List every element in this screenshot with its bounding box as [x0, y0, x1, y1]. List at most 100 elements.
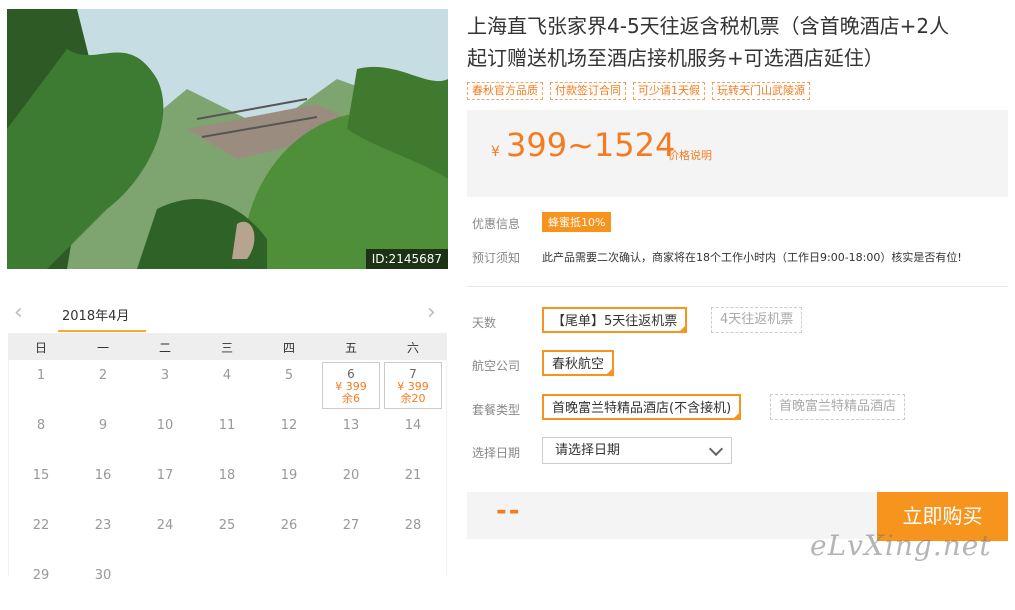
weekday-label: 六	[406, 341, 419, 355]
calendar-day: 24	[134, 510, 196, 560]
day-number: 10	[156, 418, 174, 433]
prev-month-icon[interactable]: ‹	[14, 300, 23, 325]
product-tag: 玩转天门山武陵源	[712, 82, 810, 100]
product-title-line: 上海直飞张家界4-5天往返含税机票（含首晚酒店+2人	[467, 14, 950, 38]
product-tag: 春秋官方品质	[467, 82, 543, 100]
calendar-day: 11	[196, 410, 258, 460]
notice-label: 预订须知	[472, 251, 521, 265]
calendar-day: 20	[320, 460, 382, 510]
product-title-line: 起订赠送机场至酒店接机服务+可选酒店延住）	[467, 46, 884, 70]
airline-label: 航空公司	[472, 359, 521, 373]
calendar-weekday-header: 日 一 二 三 四 五 六	[8, 333, 447, 360]
day-number: 26	[280, 518, 298, 533]
weekday-label: 四	[282, 341, 295, 355]
package-label: 套餐类型	[472, 403, 521, 417]
calendar-day: 25	[196, 510, 258, 560]
promo-badge: 蜂蜜抵10%	[542, 212, 612, 232]
option-days-5[interactable]: 【尾单】5天往返机票	[542, 307, 688, 333]
day-number: 22	[32, 518, 50, 533]
landscape-image	[7, 9, 448, 269]
weekday-label: 一	[96, 341, 109, 355]
option-package-hotel[interactable]: 首晚富兰特精品酒店	[770, 394, 906, 420]
calendar-day: 13	[320, 410, 382, 460]
day-number: 1	[36, 368, 46, 383]
calendar-day-available[interactable]: 6 ¥ 399 余6	[322, 362, 380, 409]
day-remaining: 余20	[400, 392, 426, 405]
price-range: 399~1524	[506, 126, 676, 164]
calendar-day: 27	[320, 510, 382, 560]
day-number: 5	[284, 368, 294, 383]
day-number: 17	[156, 468, 174, 483]
day-number: 6	[347, 367, 355, 381]
day-number: 23	[94, 518, 112, 533]
day-number: 19	[280, 468, 298, 483]
calendar-border	[8, 360, 9, 576]
day-number: 11	[218, 418, 236, 433]
day-number: 13	[342, 418, 360, 433]
watermark: eLvXing.net	[810, 529, 992, 562]
calendar-day: 10	[134, 410, 196, 460]
day-number: 3	[160, 368, 170, 383]
calendar-day: 19	[258, 460, 320, 510]
calendar-day: 5	[258, 360, 320, 410]
calendar-day: 15	[10, 460, 72, 510]
day-number: 15	[32, 468, 50, 483]
calendar-day: 8	[10, 410, 72, 460]
day-number: 25	[218, 518, 236, 533]
calendar-day: 23	[72, 510, 134, 560]
day-number: 7	[409, 367, 417, 381]
calendar-month: 2018年4月	[62, 309, 130, 324]
option-days-4[interactable]: 4天往返机票	[711, 307, 803, 333]
weekday-label: 三	[220, 341, 233, 355]
calendar-day: 29	[10, 560, 72, 610]
calendar-day: 14	[382, 410, 444, 460]
calendar-day: 21	[382, 460, 444, 510]
date-label: 选择日期	[472, 446, 521, 460]
promo-label: 优惠信息	[472, 217, 521, 231]
calendar-day: 1	[10, 360, 72, 410]
date-select[interactable]: 请选择日期	[542, 437, 732, 464]
day-number: 18	[218, 468, 236, 483]
product-photo: ID:2145687	[7, 9, 448, 269]
booking-notice: 此产品需要二次确认，商家将在18个工作小时内（工作日9:00-18:00）核实是…	[542, 251, 962, 264]
price-explanation-link[interactable]: 价格说明	[668, 147, 712, 163]
day-number: 8	[36, 418, 46, 433]
calendar-day: 16	[72, 460, 134, 510]
divider	[467, 286, 1008, 287]
product-tag: 可少请1天假	[633, 82, 705, 100]
day-number: 29	[32, 568, 50, 583]
day-number: 24	[156, 518, 174, 533]
calendar-day: 28	[382, 510, 444, 560]
day-number: 12	[280, 418, 298, 433]
calendar-month-underline	[58, 330, 146, 332]
day-number: 9	[98, 418, 108, 433]
calendar-day: 18	[196, 460, 258, 510]
day-number: 4	[222, 368, 232, 383]
weekday-label: 五	[344, 341, 357, 355]
product-title: 上海直飞张家界4-5天往返含税机票（含首晚酒店+2人 起订赠送机场至酒店接机服务…	[467, 10, 1012, 74]
calendar-grid: 1 2 3 4 5 6 ¥ 399 余6 7 ¥ 399 余20 8 9 10 …	[8, 360, 447, 583]
calendar-day-available[interactable]: 7 ¥ 399 余20	[384, 362, 442, 409]
calendar-day: 12	[258, 410, 320, 460]
product-tags: 春秋官方品质 付款签订合同 可少请1天假 玩转天门山武陵源	[467, 79, 817, 100]
next-month-icon[interactable]: ›	[427, 300, 436, 325]
day-number: 28	[404, 518, 422, 533]
day-number: 2	[98, 368, 108, 383]
day-number: 21	[404, 468, 422, 483]
total-price: --	[496, 496, 522, 526]
option-package-no-pickup[interactable]: 首晚富兰特精品酒店(不含接机)	[542, 394, 742, 420]
calendar-day: 30	[72, 560, 134, 610]
calendar-day: 17	[134, 460, 196, 510]
days-label: 天数	[472, 316, 497, 330]
photo-id-label: ID:2145687	[365, 249, 448, 269]
day-number: 27	[342, 518, 360, 533]
option-airline-spring[interactable]: 春秋航空	[542, 350, 615, 376]
date-select-value: 请选择日期	[555, 443, 621, 458]
weekday-label: 日	[34, 341, 47, 355]
day-number: 30	[94, 568, 112, 583]
chevron-down-icon	[708, 441, 724, 457]
product-tag: 付款签订合同	[550, 82, 626, 100]
day-number: 14	[404, 418, 422, 433]
weekday-label: 二	[158, 341, 171, 355]
day-number: 20	[342, 468, 360, 483]
